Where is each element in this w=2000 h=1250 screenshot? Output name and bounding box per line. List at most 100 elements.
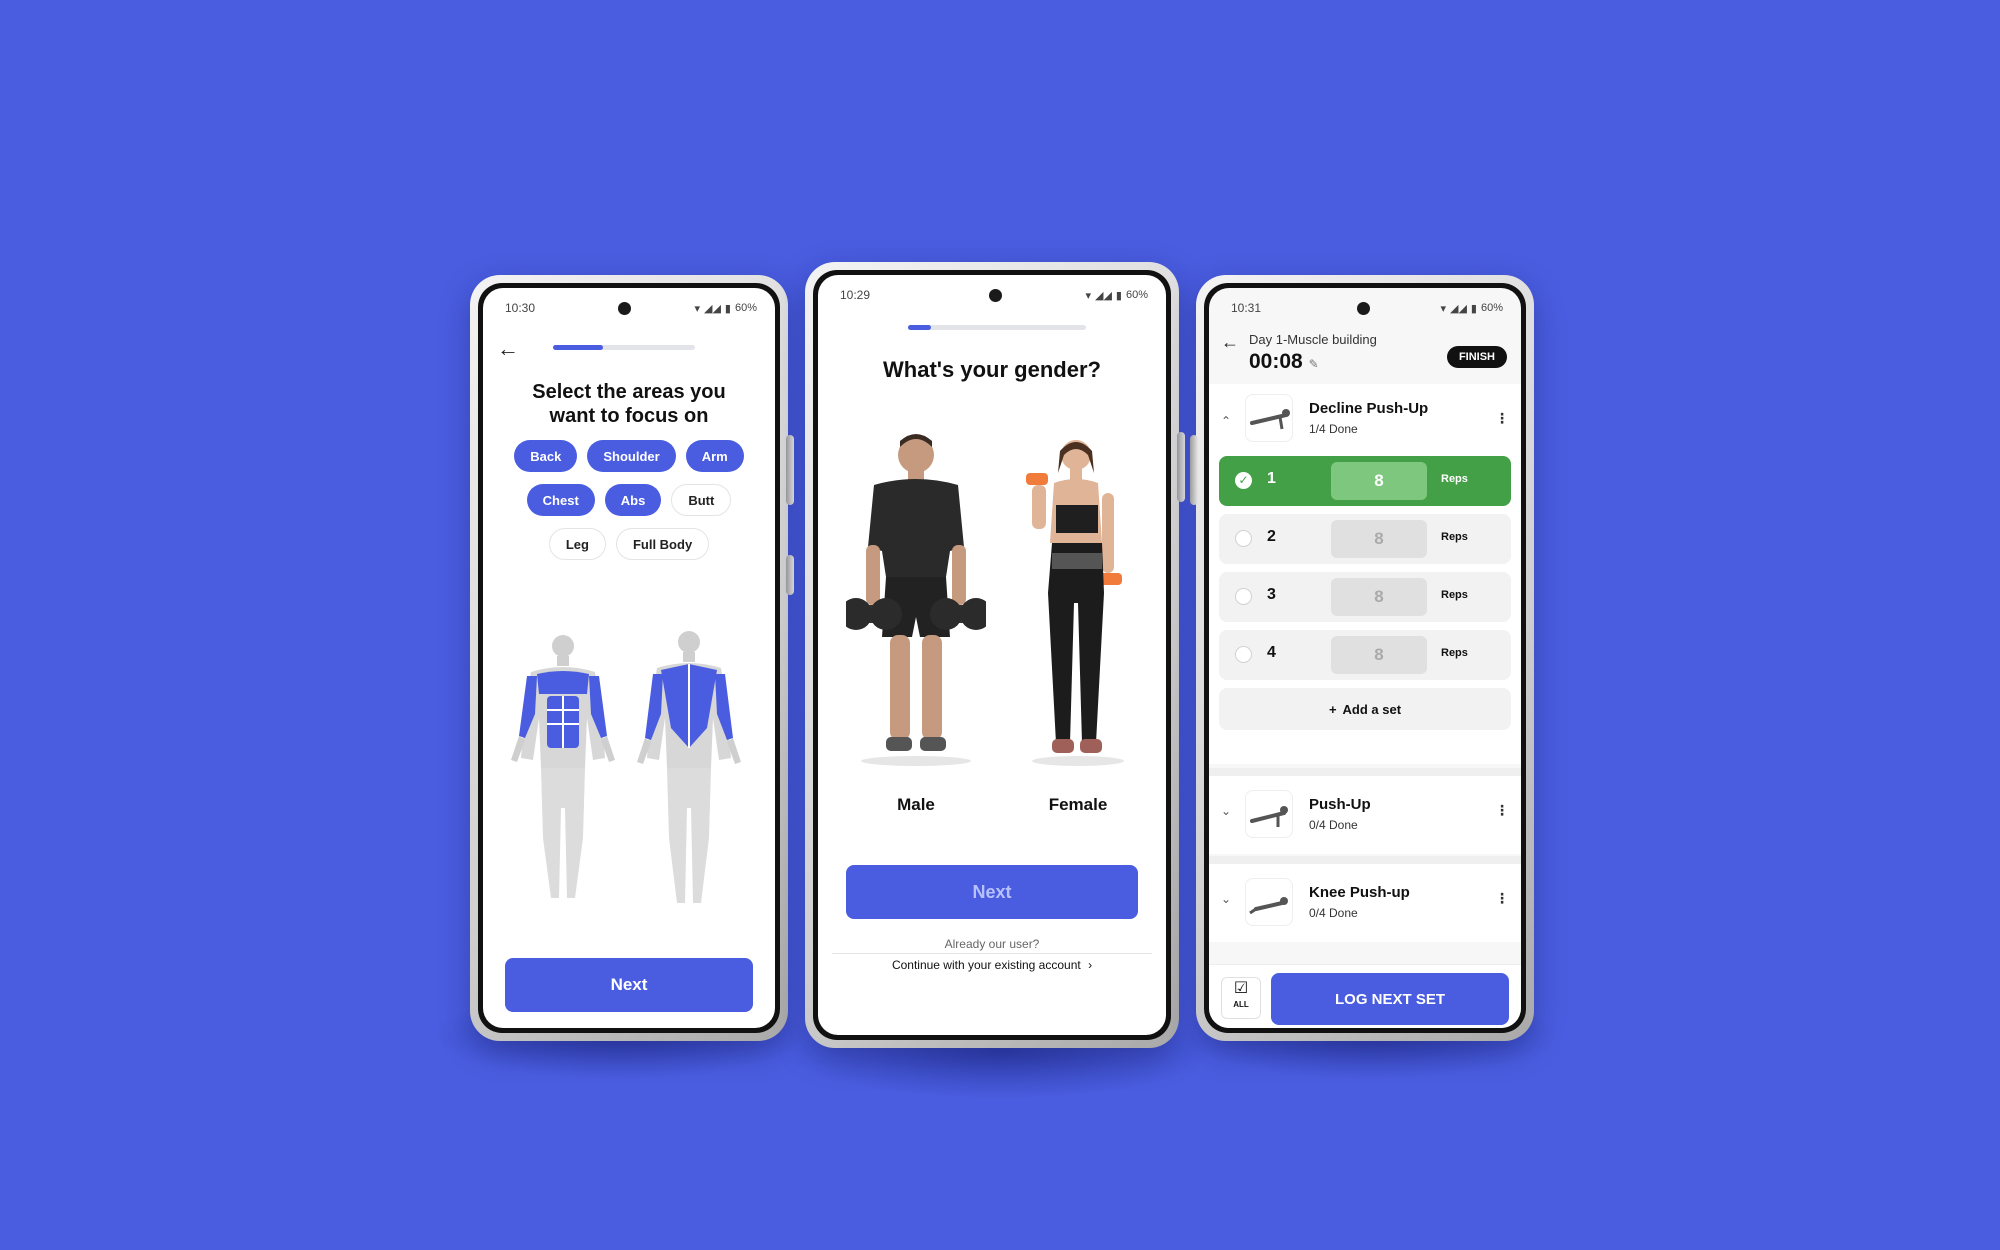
exercise-card: ⌃ Decline Push-Up 1/4 Done ⋮ ✓ 1 8 Reps <box>1209 384 1521 764</box>
more-options-icon[interactable]: ⋮ <box>1495 802 1509 819</box>
section-divider <box>1209 768 1521 776</box>
phone-side-button <box>1177 432 1185 502</box>
select-all-label: ALL <box>1233 1000 1249 1009</box>
continue-existing-account-text: Continue with your existing account <box>891 958 1081 972</box>
continue-existing-account-link[interactable]: Continue with your existing account › <box>818 958 1166 972</box>
arrow-left-icon: ← <box>497 336 519 361</box>
chip-leg[interactable]: Leg <box>548 528 606 560</box>
set-number: 3 <box>1267 586 1276 603</box>
log-next-set-button[interactable]: LOG NEXT SET <box>1271 973 1509 1025</box>
set-number: 1 <box>1267 470 1276 487</box>
phone-side-button <box>786 555 794 595</box>
set-row[interactable]: 3 8 Reps <box>1219 572 1511 622</box>
pencil-icon[interactable]: ✎ <box>1309 357 1319 371</box>
chip-shoulder[interactable]: Shoulder <box>587 440 676 472</box>
finish-button[interactable]: FINISH <box>1446 346 1507 368</box>
reps-unit: Reps <box>1441 531 1468 543</box>
status-time: 10:31 <box>1231 301 1262 315</box>
reps-input[interactable]: 8 <box>1331 462 1427 500</box>
knee-pushup-icon <box>1249 897 1288 915</box>
checkbox-icon: ☑ <box>1233 980 1249 997</box>
onboarding-progress <box>553 345 695 350</box>
wifi-icon: ▾ <box>1085 289 1091 302</box>
battery-icon: ▮ <box>1470 302 1477 315</box>
exercise-progress: 0/4 Done <box>1309 906 1358 920</box>
next-button[interactable]: Next <box>846 865 1138 919</box>
reps-input[interactable]: 8 <box>1331 636 1427 674</box>
battery-level: 60% <box>734 302 757 314</box>
plus-icon: + <box>1328 701 1337 717</box>
battery-icon: ▮ <box>724 302 731 315</box>
phone-side-button <box>1190 435 1198 505</box>
back-body-figure <box>637 631 741 903</box>
phone-gender: 10:29 ▾ ◢◢ ▮ 60% What's your gender? Mal… <box>805 262 1185 1048</box>
set-row[interactable]: 2 8 Reps <box>1219 514 1511 564</box>
onboarding-progress <box>908 325 1086 330</box>
more-options-icon[interactable]: ⋮ <box>1495 890 1509 907</box>
reps-input[interactable]: 8 <box>1331 578 1427 616</box>
divider <box>832 953 1152 954</box>
phone-workout-log: 10:31 ▾ ◢◢ ▮ 60% ← Day 1-Muscle building… <box>1190 275 1534 1041</box>
chip-chest[interactable]: Chest <box>526 484 595 516</box>
exercise-name: Decline Push-Up <box>1309 400 1429 417</box>
phone-focus-areas: 10:30 ▾ ◢◢ ▮ 60% ← Select the areas you … <box>470 275 794 1041</box>
front-camera <box>1357 302 1370 315</box>
more-options-icon[interactable]: ⋮ <box>1495 410 1509 427</box>
select-all-button[interactable]: ☑ ALL <box>1221 977 1261 1019</box>
bottom-action-bar: ☑ ALL LOG NEXT SET <box>1209 964 1521 1028</box>
back-button[interactable]: ← <box>1221 332 1239 353</box>
next-button[interactable]: Next <box>505 958 753 1012</box>
set-checkbox[interactable] <box>1235 588 1252 605</box>
add-set-button[interactable]: + Add a set <box>1219 688 1511 730</box>
male-figure-image <box>840 434 992 766</box>
chip-abs[interactable]: Abs <box>604 484 662 516</box>
reps-input[interactable]: 8 <box>1331 520 1427 558</box>
set-row[interactable]: ✓ 1 8 Reps <box>1219 456 1511 506</box>
female-figure-image <box>1026 440 1124 766</box>
workout-timer-value: 00:08 <box>1249 350 1303 373</box>
chevron-down-icon[interactable]: ⌄ <box>1221 892 1231 906</box>
front-camera <box>989 289 1002 302</box>
female-option[interactable] <box>1018 433 1138 767</box>
add-set-label: Add a set <box>1342 701 1402 717</box>
set-checkbox[interactable] <box>1235 646 1252 663</box>
reps-unit: Reps <box>1441 589 1468 601</box>
exercise-progress: 1/4 Done <box>1309 422 1358 436</box>
signal-icon: ◢◢ <box>1094 289 1112 302</box>
set-row[interactable]: 4 8 Reps <box>1219 630 1511 680</box>
exercise-card[interactable]: ⌄ Push-Up 0/4 Done ⋮ <box>1209 776 1521 854</box>
signal-icon: ◢◢ <box>1449 302 1467 315</box>
chevron-down-icon[interactable]: ⌄ <box>1221 804 1231 818</box>
onboarding-progress-fill <box>908 325 932 330</box>
check-icon[interactable]: ✓ <box>1235 472 1252 489</box>
chevron-right-icon: › <box>1088 958 1093 972</box>
chip-full-body[interactable]: Full Body <box>615 528 710 560</box>
exercise-thumbnail[interactable] <box>1245 878 1293 926</box>
reps-unit: Reps <box>1441 647 1468 659</box>
male-option[interactable] <box>840 427 992 767</box>
chip-butt[interactable]: Butt <box>671 484 732 516</box>
chip-arm[interactable]: Arm <box>685 440 744 472</box>
exercise-thumbnail[interactable] <box>1245 394 1293 442</box>
battery-level: 60% <box>1125 289 1148 301</box>
status-time: 10:30 <box>505 301 536 315</box>
page-title: What's your gender? <box>883 357 1101 382</box>
decline-pushup-icon <box>1250 409 1290 430</box>
exercise-thumbnail[interactable] <box>1245 790 1293 838</box>
back-button[interactable]: ← <box>497 336 519 362</box>
battery-level: 60% <box>1480 302 1503 314</box>
workout-timer: 00:08 ✎ <box>1249 350 1319 374</box>
wifi-icon: ▾ <box>694 302 700 315</box>
chevron-up-icon[interactable]: ⌃ <box>1221 414 1231 428</box>
wifi-icon: ▾ <box>1440 302 1446 315</box>
exercise-progress: 0/4 Done <box>1309 818 1358 832</box>
workout-subtitle: Day 1-Muscle building <box>1249 332 1377 347</box>
exercise-card[interactable]: ⌄ Knee Push-up 0/4 Done ⋮ <box>1209 864 1521 942</box>
reps-unit: Reps <box>1441 473 1468 485</box>
onboarding-progress-fill <box>553 345 603 350</box>
set-checkbox[interactable] <box>1235 530 1252 547</box>
chip-back[interactable]: Back <box>514 440 578 472</box>
pushup-icon <box>1250 806 1288 827</box>
phone-side-button <box>786 435 794 505</box>
battery-icon: ▮ <box>1115 289 1122 302</box>
